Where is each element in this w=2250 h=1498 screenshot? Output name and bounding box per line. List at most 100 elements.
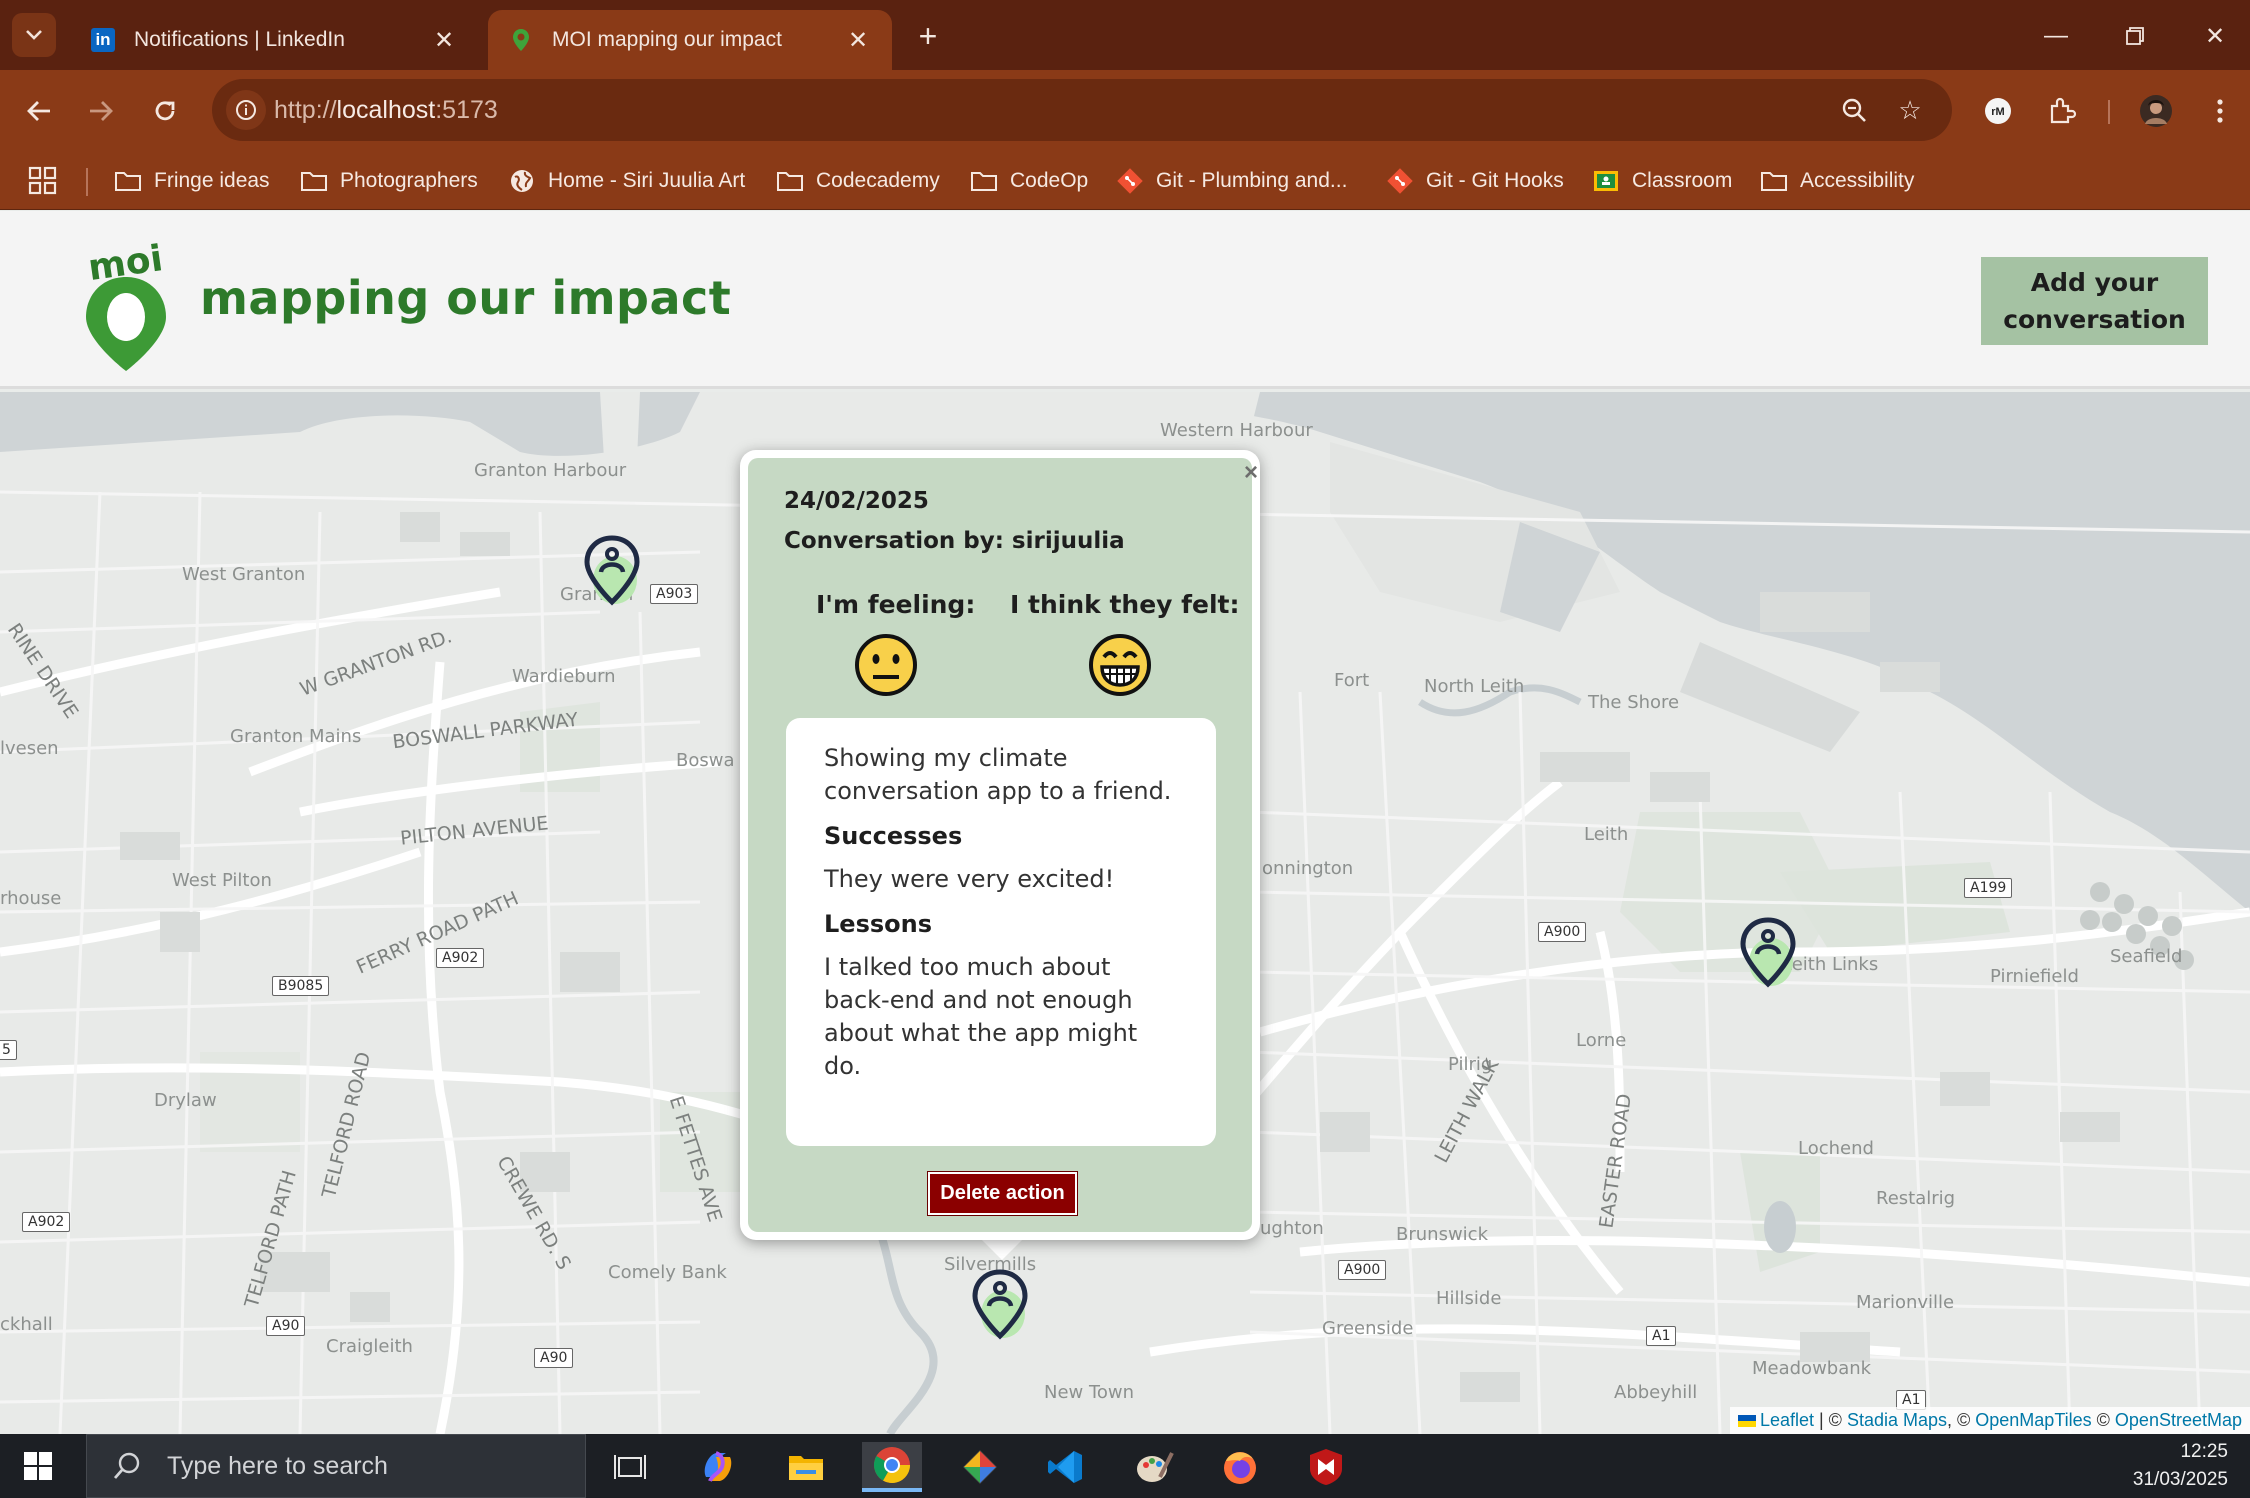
- bookmark-git-plumbing[interactable]: Git - Plumbing and...: [1116, 162, 1347, 200]
- bookmark-git-hooks[interactable]: Git - Git Hooks: [1386, 162, 1564, 200]
- profile-extension-icon[interactable]: rM: [1976, 89, 2020, 133]
- task-view-icon[interactable]: [600, 1442, 660, 1492]
- map-label: Western Harbour: [1160, 420, 1313, 441]
- close-tab-icon[interactable]: ✕: [430, 26, 458, 55]
- openmaptiles-link[interactable]: OpenMapTiles: [1975, 1410, 2091, 1430]
- bookmark-label: Git - Git Hooks: [1426, 169, 1564, 192]
- map-label: Abbeyhill: [1614, 1382, 1698, 1403]
- file-explorer-icon[interactable]: [776, 1442, 836, 1492]
- map-label: Wardieburn: [512, 666, 616, 687]
- lessons-text: I talked too much about back-end and not…: [824, 953, 1138, 1080]
- road-badge: A903: [650, 584, 699, 604]
- git-client-icon[interactable]: [950, 1442, 1010, 1492]
- back-icon[interactable]: [16, 88, 62, 134]
- conversation-author: Conversation by: sirijuulia: [784, 528, 1125, 554]
- map-label: onnington: [1262, 858, 1354, 879]
- bookmark-classroom[interactable]: Classroom: [1592, 162, 1732, 200]
- search-placeholder: Type here to search: [167, 1451, 388, 1480]
- tab-linkedin[interactable]: in Notifications | LinkedIn ✕: [70, 10, 478, 70]
- bookmark-photographers[interactable]: Photographers: [300, 162, 478, 200]
- minimize-icon[interactable]: —: [2034, 14, 2078, 58]
- site-info-icon[interactable]: [226, 90, 266, 130]
- brand-name: mapping our impact: [200, 271, 732, 325]
- taskbar-clock[interactable]: 12:25 31/03/2025: [2133, 1438, 2228, 1494]
- neutral-face-icon: [854, 633, 918, 697]
- road-badge: A90: [266, 1316, 306, 1336]
- firefox-icon[interactable]: [1210, 1442, 1270, 1492]
- taskbar-search[interactable]: Type here to search: [86, 1434, 586, 1498]
- globe-icon: [508, 169, 536, 193]
- chevron-down-icon: [26, 30, 42, 40]
- road-badge: 5: [0, 1040, 17, 1060]
- map-label: Lochend: [1798, 1138, 1874, 1159]
- bookmark-siri-juulia-art[interactable]: Home - Siri Juulia Art: [508, 162, 745, 200]
- map-label: Craigleith: [326, 1336, 413, 1357]
- browser-toolbar: http://localhost:5173 ☆ rM: [0, 70, 2250, 152]
- map-label: ughton: [1260, 1218, 1324, 1239]
- bookmark-fringe-ideas[interactable]: Fringe ideas: [114, 162, 270, 200]
- map-label: Comely Bank: [608, 1262, 727, 1283]
- road-badge: A902: [436, 948, 485, 968]
- svg-text:rM: rM: [1991, 106, 2004, 118]
- bookmark-codecademy[interactable]: Codecademy: [776, 162, 940, 200]
- map-label: Meadowbank: [1752, 1358, 1872, 1379]
- paint-icon[interactable]: [1124, 1442, 1184, 1492]
- windows-start-icon[interactable]: [18, 1448, 58, 1484]
- new-tab-button[interactable]: +: [910, 18, 946, 54]
- add-conversation-button[interactable]: Add your conversation: [1981, 257, 2208, 345]
- url-port: :5173: [435, 96, 498, 124]
- address-bar[interactable]: http://localhost:5173 ☆: [212, 79, 1952, 141]
- clock-time: 12:25: [2180, 1441, 2228, 1462]
- delete-action-button[interactable]: Delete action: [927, 1171, 1078, 1216]
- close-window-icon[interactable]: ✕: [2193, 14, 2237, 58]
- mcafee-icon[interactable]: [1296, 1442, 1356, 1492]
- git-icon: [1116, 168, 1144, 194]
- leaflet-link[interactable]: Leaflet: [1760, 1410, 1814, 1430]
- popup-content: × 24/02/2025 Conversation by: sirijuulia…: [748, 458, 1258, 1232]
- reload-icon[interactable]: [142, 88, 188, 134]
- road-badge: B9085: [272, 976, 330, 996]
- moi-logo[interactable]: moi: [74, 237, 184, 375]
- conversation-marker[interactable]: [1738, 914, 1798, 992]
- map-label: The Shore: [1588, 692, 1680, 713]
- zoom-icon[interactable]: [1836, 92, 1872, 128]
- browser-tab-strip: in Notifications | LinkedIn ✕ MOI mappin…: [0, 0, 2250, 70]
- close-icon[interactable]: ×: [1240, 461, 1262, 485]
- lessons-heading: Lessons: [824, 910, 932, 938]
- chrome-icon[interactable]: [862, 1442, 922, 1492]
- map-label: Restalrig: [1876, 1188, 1956, 1209]
- conversation-date: 24/02/2025: [784, 488, 929, 514]
- close-tab-icon[interactable]: ✕: [844, 26, 872, 55]
- toolbar-divider: [2108, 100, 2110, 124]
- stadia-link[interactable]: Stadia Maps: [1847, 1410, 1947, 1430]
- bookmark-label: Fringe ideas: [154, 169, 270, 192]
- avatar[interactable]: [2134, 89, 2178, 133]
- restore-icon[interactable]: [2113, 14, 2157, 58]
- their-feeling: I think they felt:: [1010, 590, 1240, 697]
- copilot-icon[interactable]: [688, 1442, 748, 1492]
- successes-text: They were very excited!: [824, 865, 1115, 893]
- apps-grid-icon[interactable]: [26, 164, 60, 198]
- menu-kebab-icon[interactable]: [2198, 89, 2242, 133]
- extensions-icon[interactable]: [2040, 89, 2084, 133]
- git-icon: [1386, 168, 1414, 194]
- road-badge: A900: [1338, 1260, 1387, 1280]
- bookmark-label: Accessibility: [1800, 169, 1915, 192]
- forward-icon[interactable]: [78, 88, 124, 134]
- tab-moi[interactable]: MOI mapping our impact ✕: [488, 10, 892, 70]
- tab-search-dropdown[interactable]: [12, 13, 56, 57]
- vscode-icon[interactable]: [1036, 1442, 1096, 1492]
- bookmark-star-icon[interactable]: ☆: [1892, 92, 1928, 128]
- openstreetmap-link[interactable]: OpenStreetMap: [2115, 1410, 2242, 1430]
- url-scheme: http://: [274, 96, 337, 124]
- url-text[interactable]: http://localhost:5173: [274, 96, 498, 125]
- map-label: lvesen: [0, 738, 59, 759]
- bookmark-codeop[interactable]: CodeOp: [970, 162, 1088, 200]
- classroom-icon: [1592, 169, 1620, 193]
- conversation-marker-selected[interactable]: [970, 1266, 1030, 1344]
- bookmark-accessibility[interactable]: Accessibility: [1760, 162, 1914, 200]
- conversation-details-card: Showing my climate conversation app to a…: [786, 718, 1216, 1146]
- map-label: Marionville: [1856, 1292, 1955, 1313]
- folder-icon: [776, 169, 804, 193]
- conversation-marker[interactable]: [582, 532, 642, 610]
